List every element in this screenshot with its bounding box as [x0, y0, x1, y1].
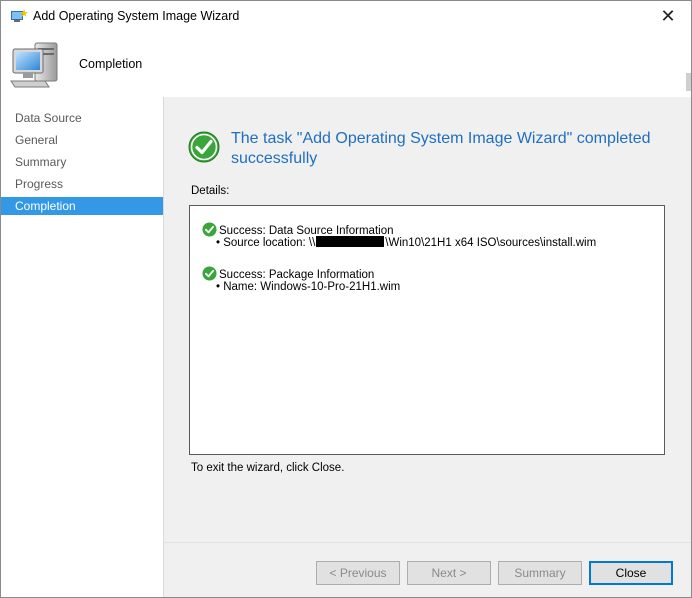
entry-detail: • Name: Windows-10-Pro-21H1.wim	[216, 281, 401, 293]
previous-button[interactable]: < Previous	[316, 561, 400, 585]
window-title: Add Operating System Image Wizard	[33, 9, 240, 23]
completion-headline: The task "Add Operating System Image Wiz…	[231, 130, 651, 167]
next-button[interactable]: Next >	[407, 561, 491, 585]
close-button[interactable]: Close	[589, 561, 673, 585]
sidebar-item-summary[interactable]: Summary	[1, 153, 163, 171]
detail-entry-package: Success: Package Information • Name: Win…	[202, 266, 400, 294]
summary-button[interactable]: Summary	[498, 561, 582, 585]
detail-entry-data-source: Success: Data Source Information • Sourc…	[202, 222, 596, 250]
exit-instructions: To exit the wizard, click Close.	[191, 462, 345, 474]
page-title: Completion	[79, 57, 143, 71]
wizard-header: Completion	[1, 33, 691, 97]
details-label: Details:	[191, 185, 230, 197]
success-check-icon	[202, 266, 217, 281]
success-check-icon	[188, 131, 220, 163]
main-panel: The task "Add Operating System Image Wiz…	[164, 97, 691, 597]
wizard-app-icon	[11, 9, 28, 22]
wizard-window: Add Operating System Image Wizard ✕ Comp…	[0, 0, 692, 598]
redacted-block	[316, 236, 385, 247]
close-window-button[interactable]: ✕	[645, 1, 691, 33]
entry-detail-suffix: \Win10\21H1 x64 ISO\sources\install.wim	[385, 237, 597, 249]
sidebar-item-data-source[interactable]: Data Source	[1, 109, 163, 127]
wizard-sidebar: Data Source General Summary Progress Com…	[1, 97, 164, 597]
details-box: Success: Data Source Information • Sourc…	[189, 205, 665, 455]
sidebar-item-completion[interactable]: Completion	[1, 197, 163, 215]
footer-divider	[164, 542, 691, 543]
entry-detail-prefix: • Source location: \\	[216, 237, 316, 249]
close-icon: ✕	[660, 6, 676, 26]
computer-icon	[10, 42, 58, 88]
sidebar-item-general[interactable]: General	[1, 131, 163, 149]
title-bar: Add Operating System Image Wizard ✕	[1, 1, 691, 33]
scrollbar-stub	[686, 73, 691, 91]
success-check-icon	[202, 222, 217, 237]
sidebar-item-progress[interactable]: Progress	[1, 175, 163, 193]
